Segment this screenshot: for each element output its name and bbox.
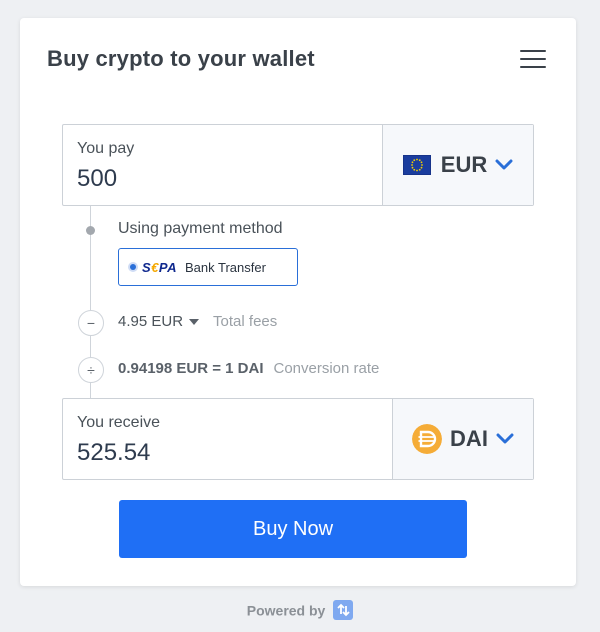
payment-method-option[interactable]: S€PA Bank Transfer — [118, 248, 298, 286]
fees-value: 4.95 EUR — [118, 313, 184, 330]
pay-currency-label: EUR — [440, 152, 488, 177]
divide-icon: ÷ — [78, 357, 104, 383]
receive-field: You receive DAI — [62, 398, 534, 480]
timeline-dot — [86, 226, 95, 235]
rate-row: 0.94198 EUR = 1 DAI Conversion rate — [118, 360, 379, 377]
pay-currency-select[interactable]: EUR — [382, 125, 533, 205]
pay-amount-input[interactable] — [77, 165, 357, 193]
payment-method-name: Bank Transfer — [185, 259, 266, 275]
caret-down-icon — [189, 318, 200, 325]
dai-coin-icon — [412, 424, 443, 454]
eu-flag-icon — [402, 155, 431, 175]
fees-row: 4.95 EUR Total fees — [118, 313, 277, 330]
hamburger-menu-icon[interactable] — [520, 50, 546, 70]
pay-label: You pay — [77, 140, 135, 157]
radio-selected-icon — [130, 264, 136, 270]
page-title: Buy crypto to your wallet — [47, 46, 315, 71]
receive-currency-label: DAI — [450, 426, 488, 451]
sepa-logo: S€PA — [142, 259, 178, 275]
fees-dropdown[interactable]: 4.95 EUR — [118, 313, 200, 330]
chevron-down-icon — [496, 433, 514, 444]
ramp-logo-icon[interactable] — [333, 600, 354, 620]
widget-card: Buy crypto to your wallet You pay EUR — [20, 18, 576, 586]
fees-label: Total fees — [213, 313, 278, 330]
rate-value: 0.94198 EUR = 1 DAI — [118, 360, 264, 377]
timeline-line — [90, 206, 91, 311]
receive-currency-select[interactable]: DAI — [392, 399, 533, 479]
chevron-down-icon — [495, 159, 513, 170]
pay-field: You pay EUR — [62, 124, 534, 206]
timeline-line — [90, 335, 91, 357]
receive-label: You receive — [77, 414, 161, 431]
powered-by-label: Powered by — [246, 602, 326, 619]
payment-method-label: Using payment method — [118, 220, 283, 237]
minus-icon: − — [78, 310, 104, 336]
receive-amount-input[interactable] — [77, 439, 357, 467]
powered-by: Powered by — [0, 600, 600, 622]
buy-now-button[interactable]: Buy Now — [119, 500, 467, 558]
rate-label: Conversion rate — [273, 360, 380, 377]
